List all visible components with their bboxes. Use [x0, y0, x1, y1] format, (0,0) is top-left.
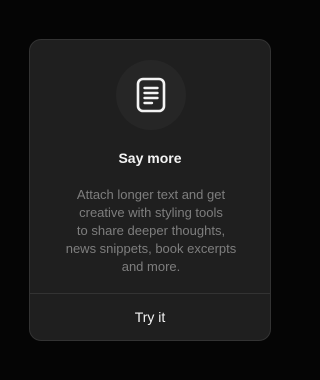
description-line: news snippets, book excerpts: [65, 241, 237, 256]
dialog-title: Say more: [118, 150, 182, 166]
dialog-description: Attach longer text and get creative with…: [60, 186, 242, 276]
icon-badge: [116, 60, 186, 130]
document-text-icon: [136, 77, 166, 113]
say-more-dialog: Say more Attach longer text and get crea…: [29, 39, 271, 341]
description-line: Attach longer text and get: [76, 187, 226, 202]
description-line: to share deeper thoughts,: [76, 223, 226, 238]
description-line: and more.: [121, 259, 181, 274]
try-it-button[interactable]: Try it: [30, 294, 270, 340]
description-line: creative with styling tools: [79, 205, 223, 220]
